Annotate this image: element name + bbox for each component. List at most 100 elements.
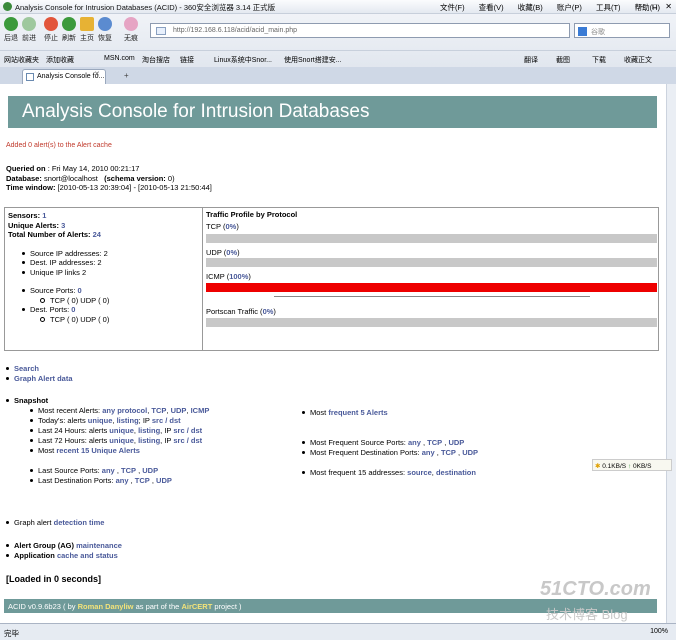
proto-portscan-pct[interactable]: 0%: [263, 307, 274, 316]
download-button[interactable]: 下载: [592, 55, 606, 65]
save-text-button[interactable]: 收藏正文: [624, 55, 652, 65]
proto-udp-pct[interactable]: 0%: [226, 248, 237, 257]
screenshot-button[interactable]: 截图: [556, 55, 570, 65]
last72-src-dst[interactable]: src / dst: [173, 436, 202, 445]
new-tab-icon[interactable]: +: [124, 71, 129, 80]
recent-any-protocol[interactable]: any protocol: [102, 406, 147, 415]
zoom-level[interactable]: 100%: [650, 628, 668, 635]
last-src-udp[interactable]: UDP: [142, 466, 158, 475]
bookmark-msn[interactable]: MSN.com: [104, 55, 135, 62]
menu-view[interactable]: 查看(V): [479, 3, 504, 12]
today-unique[interactable]: unique: [88, 416, 113, 425]
freq-src-any[interactable]: any: [408, 438, 421, 447]
frequent5-link[interactable]: frequent 5 Alerts: [328, 408, 387, 417]
dest-ip-link[interactable]: Dest. IP addresses: 2: [8, 258, 202, 268]
source-ports-protocols[interactable]: TCP ( 0) UDP ( 0): [8, 296, 202, 306]
refresh-icon: [62, 17, 76, 31]
proto-tcp-label: TCP (0%): [206, 222, 239, 231]
stats-panel: Sensors: 1 Unique Alerts: 3 Total Number…: [4, 207, 659, 351]
recent-icmp[interactable]: ICMP: [191, 406, 210, 415]
stop-button[interactable]: 停止: [42, 17, 60, 43]
maximize-icon[interactable]: □: [652, 2, 657, 11]
last72-unique[interactable]: unique: [109, 436, 134, 445]
translate-button[interactable]: 翻译: [524, 55, 538, 65]
last24-src-dst[interactable]: src / dst: [173, 426, 202, 435]
proto-tcp-pct[interactable]: 0%: [225, 222, 236, 231]
cache-status-link[interactable]: cache and status: [57, 551, 118, 560]
aircert-link[interactable]: AirCERT: [181, 602, 212, 611]
source-ports-link[interactable]: 0: [78, 286, 82, 295]
detection-time-link[interactable]: detection time: [54, 518, 105, 527]
proto-udp-label: UDP (0%): [206, 248, 240, 257]
total-alerts-link[interactable]: 24: [93, 230, 101, 239]
menu-favorites[interactable]: 收藏(B): [518, 3, 543, 12]
menu-tools[interactable]: 工具(T): [596, 3, 621, 12]
recent-udp[interactable]: UDP: [171, 406, 187, 415]
unique-alerts-link[interactable]: 3: [61, 221, 65, 230]
scrollbar[interactable]: [666, 84, 676, 623]
freq-dst-any[interactable]: any: [422, 448, 435, 457]
menu-account[interactable]: 账户(P): [557, 3, 582, 12]
bookmark-use-snort[interactable]: 使用Snort搭建安...: [284, 55, 342, 65]
proto-icmp-pct[interactable]: 100%: [229, 272, 248, 281]
last-dst-udp[interactable]: UDP: [156, 476, 172, 485]
source-ip-link[interactable]: Source IP addresses: 2: [8, 249, 202, 259]
bookmark-linux-snort[interactable]: Linux系统中Snor...: [214, 55, 272, 65]
address-bar[interactable]: http://192.168.6.118/acid/acid_main.php: [150, 23, 570, 38]
author-link[interactable]: Roman Danyliw: [78, 602, 134, 611]
freq-dst-udp[interactable]: UDP: [462, 448, 478, 457]
close-icon[interactable]: ✕: [665, 2, 672, 11]
last-src-tcp[interactable]: TCP: [121, 466, 136, 475]
last24-listing[interactable]: listing: [138, 426, 160, 435]
restore-button[interactable]: 恢复: [96, 17, 114, 43]
today-listing[interactable]: listing: [117, 416, 139, 425]
speed-indicator: ✱ 0.1KB/S ↑ 0KB/S: [592, 459, 672, 471]
graph-alert-link[interactable]: Graph Alert data: [14, 374, 72, 383]
freq15-source[interactable]: source: [407, 468, 432, 477]
dest-ports-link[interactable]: 0: [71, 305, 75, 314]
recent15-link[interactable]: recent 15 Unique Alerts: [56, 446, 140, 455]
bookmark-favorites[interactable]: 网站收藏夹: [4, 55, 39, 65]
home-button[interactable]: 主页: [78, 17, 96, 43]
search-input[interactable]: 谷歌: [574, 23, 670, 38]
status-text: 完毕: [4, 629, 19, 638]
freq-dst-tcp[interactable]: TCP: [441, 448, 456, 457]
queried-label: Queried on: [6, 164, 46, 173]
unique-ip-links[interactable]: Unique IP links 2: [8, 268, 202, 278]
bookmark-links[interactable]: 链接: [180, 55, 194, 65]
last-dst-any[interactable]: any: [116, 476, 129, 485]
last-src-any[interactable]: any: [102, 466, 115, 475]
watermark-sub: 技术博客 Blog: [546, 607, 628, 622]
freq15-destination[interactable]: destination: [436, 468, 476, 477]
title-bar: Analysis Console for Intrusion Databases…: [0, 0, 676, 14]
tab-close-icon[interactable]: ✕: [94, 70, 100, 78]
dest-ports-protocols[interactable]: TCP ( 0) UDP ( 0): [8, 315, 202, 325]
maintenance-link[interactable]: maintenance: [76, 541, 122, 550]
database-label: Database:: [6, 173, 42, 183]
today-src-dst[interactable]: src / dst: [152, 416, 181, 425]
recent-tcp[interactable]: TCP: [151, 406, 166, 415]
last-dst-tcp[interactable]: TCP: [135, 476, 150, 485]
minimize-icon[interactable]: –: [640, 2, 644, 11]
refresh-button[interactable]: 刷新: [60, 17, 78, 43]
bookmark-taobao[interactable]: 淘台搜店: [142, 55, 170, 65]
incognito-button[interactable]: 无痕: [122, 17, 140, 43]
incognito-icon: [124, 17, 138, 31]
search-link[interactable]: Search: [14, 364, 39, 373]
freq-src-tcp[interactable]: TCP: [427, 438, 442, 447]
bookmark-add[interactable]: 添加收藏: [46, 55, 74, 65]
graph-time: Graph alert detection time: [6, 518, 104, 528]
last72-listing[interactable]: listing: [138, 436, 160, 445]
home-icon: [80, 17, 94, 31]
freq-src-udp[interactable]: UDP: [448, 438, 464, 447]
menu-file[interactable]: 文件(F): [440, 3, 465, 12]
sensors-link[interactable]: 1: [42, 211, 46, 220]
browser-logo-icon: [3, 2, 12, 11]
forward-button[interactable]: 前进: [20, 17, 38, 43]
page-icon: [156, 27, 166, 35]
snapshot-right: Most frequent 5 Alerts Most Frequent Sou…: [300, 408, 590, 478]
database-value: snort@localhost: [43, 173, 98, 183]
schema-label: (schema version:: [104, 173, 166, 183]
last24-unique[interactable]: unique: [109, 426, 134, 435]
back-button[interactable]: 后退: [2, 17, 20, 43]
